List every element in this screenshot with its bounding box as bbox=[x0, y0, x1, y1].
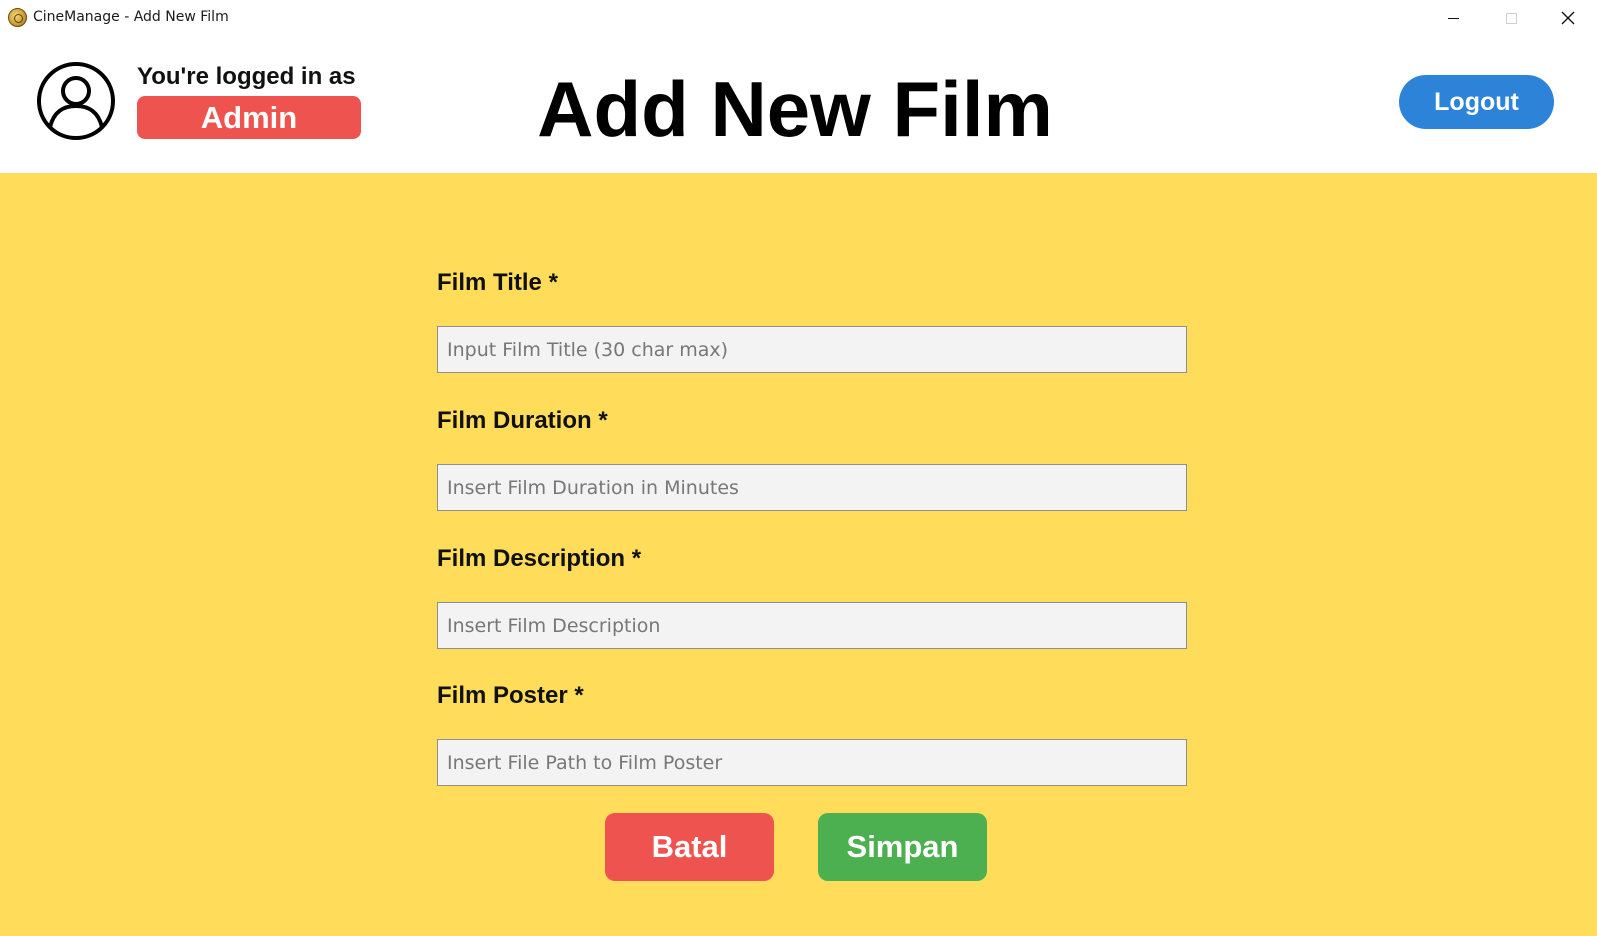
film-description-label: Film Description * bbox=[437, 545, 642, 572]
film-duration-label: Film Duration * bbox=[437, 407, 608, 434]
logged-in-label: You're logged in as bbox=[137, 63, 356, 90]
user-avatar-icon bbox=[37, 62, 115, 140]
header: You're logged in as Admin Add New Film L… bbox=[0, 36, 1597, 173]
maximize-icon bbox=[1505, 12, 1517, 24]
film-title-label: Film Title * bbox=[437, 269, 558, 296]
minimize-button[interactable] bbox=[1424, 0, 1482, 36]
window-titlebar: CineManage - Add New Film bbox=[0, 0, 1597, 36]
film-reel-icon bbox=[8, 8, 27, 27]
film-description-input[interactable] bbox=[437, 602, 1187, 649]
role-badge: Admin bbox=[137, 96, 361, 139]
film-poster-input[interactable] bbox=[437, 739, 1187, 786]
film-title-input[interactable] bbox=[437, 326, 1187, 373]
save-button[interactable]: Simpan bbox=[818, 813, 987, 881]
film-duration-input[interactable] bbox=[437, 464, 1187, 511]
maximize-button[interactable] bbox=[1482, 0, 1540, 36]
window-title: CineManage - Add New Film bbox=[33, 9, 229, 25]
close-button[interactable] bbox=[1539, 0, 1597, 36]
page-title: Add New Film bbox=[537, 65, 1053, 153]
minimize-icon bbox=[1447, 17, 1459, 19]
cancel-button[interactable]: Batal bbox=[605, 813, 774, 881]
logout-button[interactable]: Logout bbox=[1399, 75, 1554, 129]
form-area: Film Title * Film Duration * Film Descri… bbox=[0, 173, 1597, 936]
close-icon bbox=[1561, 11, 1575, 25]
film-poster-label: Film Poster * bbox=[437, 682, 584, 709]
